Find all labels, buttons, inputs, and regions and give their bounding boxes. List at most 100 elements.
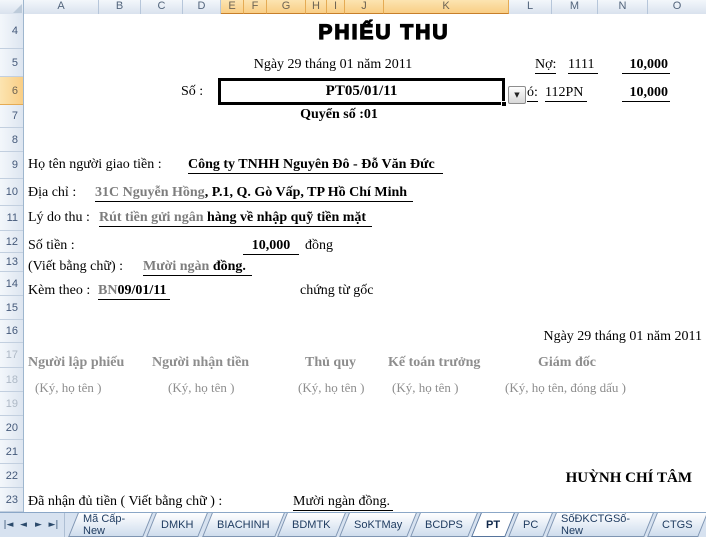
debit-label: Nợ:	[535, 57, 557, 74]
reason-value-rest: hàng về nhập quỹ tiền mặt	[203, 210, 367, 225]
attach-value-dim: BN	[98, 283, 118, 298]
tab-navigation: |◄ ◄ ► ►|	[0, 513, 65, 537]
row-header-18[interactable]: 18	[0, 368, 23, 392]
row-header-10[interactable]: 10	[0, 179, 23, 206]
debit-account: 1111	[568, 57, 599, 74]
sheet-tab-ctgs[interactable]: CTGS	[647, 513, 706, 537]
signature-note: (Ký, họ tên, đóng dấu )	[505, 380, 626, 395]
row-header-15[interactable]: 15	[0, 296, 23, 320]
dropdown-button[interactable]: ▼	[508, 86, 526, 104]
fill-handle[interactable]	[501, 101, 507, 107]
row-header-21[interactable]: 21	[0, 440, 23, 464]
sheet-canvas[interactable]: PHIẾU THU Ngày 29 tháng 01 năm 2011 Nợ: …	[24, 14, 705, 512]
next-sheet-icon[interactable]: ►	[32, 517, 45, 533]
received-label: Đã nhận đủ tiền ( Viết bằng chữ ) :	[28, 494, 223, 509]
signature-note: (Ký, họ tên )	[168, 380, 235, 395]
column-header-n[interactable]: N	[598, 0, 648, 14]
column-header-a[interactable]: A	[24, 0, 99, 14]
row-header-22[interactable]: 22	[0, 464, 23, 488]
row-header-6[interactable]: 6	[0, 77, 23, 105]
row-header-5[interactable]: 5	[0, 49, 23, 77]
sheet-tabs: Mã Cấp-New DMKH BIACHINH BDMTK SoKTMay B…	[65, 513, 706, 537]
credit-amount: 10,000	[622, 85, 670, 102]
column-header-e[interactable]: E	[221, 0, 244, 14]
column-header-l[interactable]: L	[509, 0, 552, 14]
signature-note: (Ký, họ tên )	[35, 380, 102, 395]
signature-role: Người lập phiếu	[28, 355, 125, 370]
sheet-tab-bdmtk[interactable]: BDMTK	[277, 513, 346, 537]
column-header-o[interactable]: O	[648, 0, 706, 14]
row-header-11[interactable]: 11	[0, 206, 23, 231]
row-header-4[interactable]: 4	[0, 14, 23, 49]
sheet-tab-bar: |◄ ◄ ► ►| Mã Cấp-New DMKH BIACHINH BDMTK…	[0, 512, 706, 537]
attach-value: BN09/01/11	[98, 283, 171, 300]
selected-cell-so-phieu[interactable]: PT05/01/11	[218, 78, 505, 105]
sheet-tab-biachinh[interactable]: BIACHINH	[201, 513, 284, 537]
column-header-d[interactable]: D	[183, 0, 221, 14]
row-header-19[interactable]: 19	[0, 392, 23, 416]
column-header-i[interactable]: I	[327, 0, 345, 14]
amount-unit: đồng	[305, 238, 333, 253]
row-header-12[interactable]: 12	[0, 231, 23, 253]
column-header-row: A B C D E F G H I J K L M N O	[0, 0, 706, 14]
form-title: PHIẾU THU	[318, 20, 450, 44]
sheet-tab-pt[interactable]: PT	[470, 513, 515, 537]
sheet-tab-ma-cap-new[interactable]: Mã Cấp-New	[68, 513, 154, 537]
column-header-f[interactable]: F	[244, 0, 267, 14]
signature-role: Người nhận tiền	[152, 355, 250, 370]
date-line-bottom: Ngày 29 tháng 01 năm 2011	[543, 329, 702, 344]
row-header-14[interactable]: 14	[0, 272, 23, 296]
row-header-7[interactable]: 7	[0, 105, 23, 128]
reason-value: Rút tiền gửi ngân hàng về nhập quỹ tiền …	[99, 210, 373, 227]
credit-account: 112PN	[545, 85, 588, 102]
amount-label: Số tiền :	[28, 238, 75, 253]
attach-value-rest: 09/01/11	[117, 283, 167, 298]
date-line: Ngày 29 tháng 01 năm 2011	[253, 57, 413, 72]
select-all-triangle-icon	[13, 4, 22, 13]
amount-value: 10,000	[243, 238, 299, 255]
sheet-tab-soktmay[interactable]: SoKTMay	[338, 513, 417, 537]
sheet-tab-sodkctgso-new[interactable]: SốĐKCTGSố-New	[546, 513, 655, 537]
address-value-dim: 31C Nguyễn Hồng	[95, 185, 205, 200]
debit-amount: 10,000	[622, 57, 670, 74]
row-header-9[interactable]: 9	[0, 152, 23, 179]
row-header-13[interactable]: 13	[0, 253, 23, 272]
signature-note: (Ký, họ tên )	[392, 380, 459, 395]
chevron-down-icon: ▼	[514, 91, 520, 99]
payer-label: Họ tên người giao tiền :	[28, 157, 162, 172]
signature-role: Giám đốc	[538, 355, 596, 370]
first-sheet-icon[interactable]: |◄	[2, 517, 15, 533]
address-value: 31C Nguyễn Hồng, P.1, Q. Gò Vấp, TP Hồ C…	[95, 185, 414, 202]
previous-sheet-icon[interactable]: ◄	[17, 517, 30, 533]
row-header-8[interactable]: 8	[0, 128, 23, 152]
amount-words-value: Mười ngàn đồng.	[143, 259, 252, 276]
reason-label: Lý do thu :	[28, 210, 90, 225]
payer-value: Công ty TNHH Nguyên Đô - Đỗ Văn Đức	[188, 157, 443, 174]
row-header-20[interactable]: 20	[0, 416, 23, 440]
column-header-m[interactable]: M	[552, 0, 598, 14]
amount-words-rest: đồng.	[209, 259, 246, 274]
column-header-h[interactable]: H	[306, 0, 327, 14]
signature-note: (Ký, họ tên )	[298, 380, 365, 395]
row-header-17[interactable]: 17	[0, 343, 23, 368]
last-sheet-icon[interactable]: ►|	[47, 517, 60, 533]
excel-window: A B C D E F G H I J K L M N O 4 5 6 7 8 …	[0, 0, 706, 537]
column-header-k[interactable]: K	[384, 0, 509, 14]
address-label: Địa chỉ :	[28, 185, 77, 200]
column-header-g[interactable]: G	[267, 0, 306, 14]
row-header-16[interactable]: 16	[0, 320, 23, 343]
column-header-j[interactable]: J	[345, 0, 384, 14]
signature-role: Kế toán trưởng	[388, 355, 481, 370]
column-header-b[interactable]: B	[99, 0, 141, 14]
row-header-column: 4 5 6 7 8 9 10 11 12 13 14 15 16 17 18 1…	[0, 14, 24, 512]
sheet-tab-dmkh[interactable]: DMKH	[146, 513, 209, 537]
sheet-tab-bcdps[interactable]: BCDPS	[410, 513, 478, 537]
select-all-corner[interactable]	[0, 0, 24, 14]
reason-value-dim: Rút tiền gửi ngân	[99, 210, 204, 225]
so-label: Số :	[181, 84, 204, 99]
signer-name: HUỲNH CHÍ TÂM	[565, 470, 692, 486]
column-header-c[interactable]: C	[141, 0, 183, 14]
row-header-23[interactable]: 23	[0, 488, 23, 512]
book-number: Quyển số :01	[300, 107, 378, 122]
received-value: Mười ngàn đồng.	[293, 494, 394, 511]
